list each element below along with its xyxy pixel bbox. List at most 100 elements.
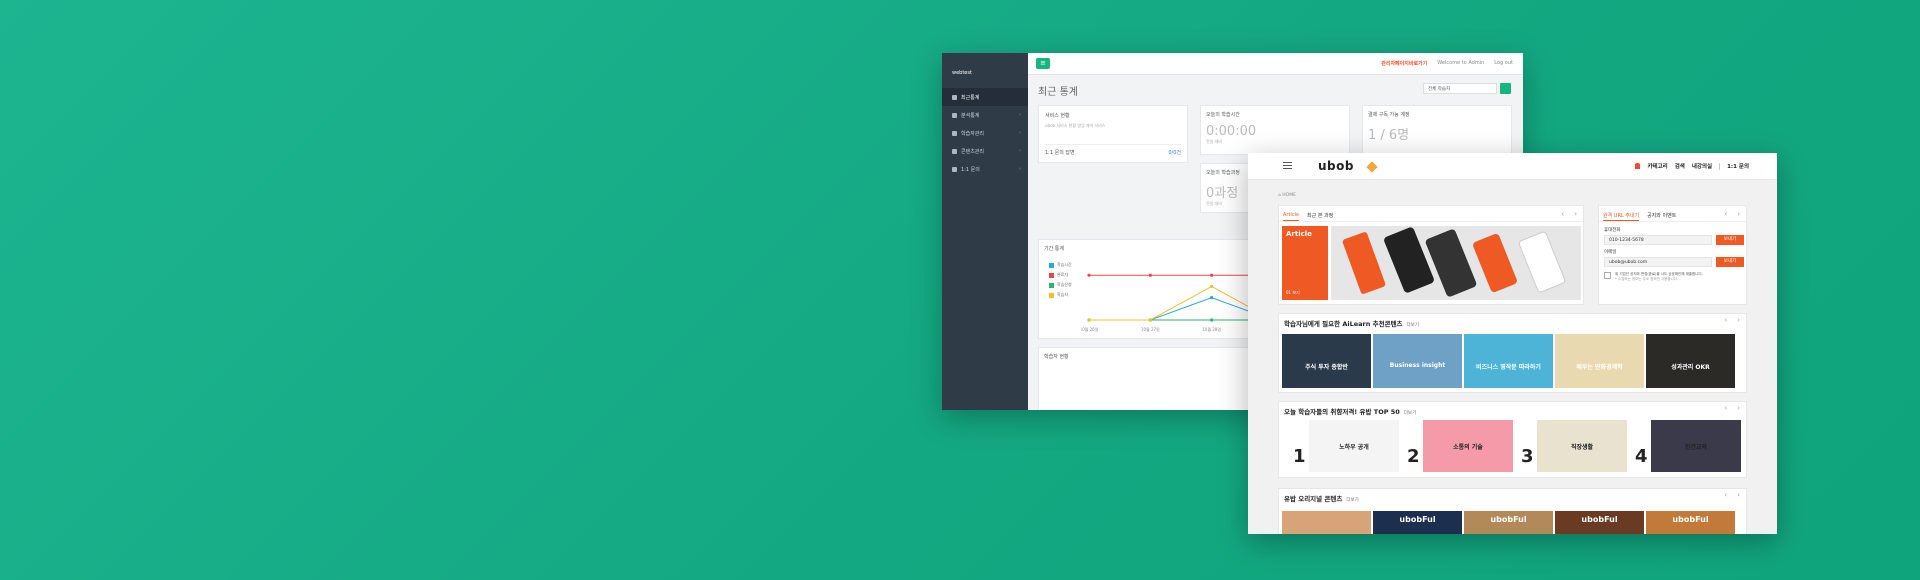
welcome-text: Welcome to Admin [1437, 60, 1485, 66]
thumb-title: ubobFul [1672, 515, 1709, 524]
legend-swatch [1049, 282, 1054, 288]
sidebar-item-analysis[interactable]: 분석통계 › [942, 106, 1028, 124]
home-icon [952, 94, 957, 100]
original-card[interactable] [1282, 511, 1371, 534]
next-arrow-icon[interactable]: › [1737, 491, 1740, 499]
hamburger-icon[interactable] [1283, 162, 1292, 171]
admin-topbar: ≡ 관리자페이지바로가기 Welcome to Admin Log out [1028, 53, 1523, 75]
series-line [1089, 297, 1274, 321]
section-title: 오늘 학습자들의 취향저격! 유밥 TOP 50 더보기 [1284, 406, 1416, 416]
legend-label: 학습시간 [1057, 262, 1072, 267]
prev-arrow-icon[interactable]: ‹ [1724, 316, 1727, 324]
thumb-title: 주식 투자 종합반 [1305, 364, 1348, 371]
chevron-right-icon: › [1019, 112, 1021, 118]
sidebar-item-label: 학습자관리 [961, 130, 985, 137]
recommend-card[interactable]: 비즈니스 영작문 따라하기 [1464, 334, 1553, 388]
data-point[interactable] [1210, 296, 1214, 300]
send-phone-button[interactable]: 보내기 [1716, 235, 1744, 245]
featured-banner-image[interactable] [1331, 226, 1581, 300]
thumb-title: ubobFul [1399, 515, 1436, 524]
phone-field[interactable]: 010-1234-5678 [1604, 235, 1712, 245]
sidebar-item-label: 최근통계 [961, 94, 980, 101]
nav-inquiry[interactable]: 1:1 문의 [1727, 162, 1749, 170]
recommend-card[interactable]: 성과관리 OKR [1646, 334, 1735, 388]
recommend-section: 학습자님에게 필요한 AiLearn 추천콘텐츠 더보기 ‹ › 주식 투자 종합반… [1278, 313, 1747, 393]
original-card[interactable]: ubobFul [1646, 511, 1735, 534]
sidebar-item-recent-stats[interactable]: 최근통계 [942, 88, 1028, 106]
data-point[interactable] [1210, 318, 1214, 322]
next-arrow-icon[interactable]: › [1574, 210, 1577, 218]
article-caption: 01 보기 [1286, 290, 1300, 295]
next-arrow-icon[interactable]: › [1737, 316, 1740, 324]
original-section: 유밥 오리지널 콘텐츠 더보기 ‹ › ubobFul ubobFul ubobFul u… [1278, 488, 1747, 534]
menu-toggle-button[interactable]: ≡ [1036, 58, 1050, 69]
data-point[interactable] [1210, 284, 1214, 288]
thumb-title: 비즈니스 영작문 따라하기 [1476, 364, 1541, 371]
legend-item[interactable]: 학습시간 [1049, 262, 1072, 268]
legend-item[interactable]: 학습자 [1049, 292, 1072, 298]
data-point[interactable] [1210, 273, 1214, 277]
more-link[interactable]: 더보기 [1404, 411, 1416, 416]
top50-card[interactable]: 직장생활 [1537, 420, 1627, 472]
breadcrumb-home[interactable]: HOME [1282, 193, 1296, 198]
ubob-logo[interactable]: ubob [1318, 159, 1354, 173]
data-point[interactable] [1148, 273, 1152, 277]
recommend-card[interactable]: Business insight [1373, 334, 1462, 388]
tab-send-url[interactable]: 원격 URL 주내기 [1603, 212, 1640, 221]
tab-article[interactable]: Article [1283, 212, 1300, 221]
learner-select[interactable]: 전체 학습자 [1423, 83, 1497, 94]
tab-recent[interactable]: 최근 본 과정 [1307, 212, 1333, 221]
prev-arrow-icon[interactable]: ‹ [1724, 491, 1727, 499]
sidebar-item-label: 1:1 문의 [961, 166, 980, 173]
card-title: 결제 구독 가능 계정 [1368, 112, 1410, 118]
sidebar-item-contents[interactable]: 콘텐츠관리 › [942, 142, 1028, 160]
sidebar-item-label: 콘텐츠관리 [961, 148, 985, 155]
email-field[interactable]: ubob@ubob.com [1604, 257, 1712, 267]
rank-number: 3 [1521, 446, 1534, 467]
user-icon [952, 130, 957, 136]
account-card: 결제 구독 가능 계정 1 / 6명 [1362, 105, 1512, 155]
thumb-title: Business insight [1389, 362, 1446, 369]
card-title: 서비스 현황 [1045, 113, 1070, 119]
data-point[interactable] [1148, 318, 1152, 322]
agree-checkbox[interactable] [1604, 272, 1611, 279]
bell-icon[interactable] [1635, 163, 1641, 169]
top50-card[interactable]: 인간교육 [1651, 420, 1741, 472]
legend-label: 완료자 [1057, 272, 1069, 277]
prev-arrow-icon[interactable]: ‹ [1561, 210, 1564, 218]
original-card[interactable]: ubobFul [1555, 511, 1644, 534]
study-time-value: 0:00:00 [1206, 124, 1257, 139]
featured-article-tile[interactable]: Article 01 보기 [1282, 226, 1328, 300]
top50-card[interactable]: 노하우 공개 [1309, 420, 1399, 472]
admin-brand: webtest [952, 70, 972, 76]
inquiry-value[interactable]: 0/0건 [1168, 149, 1181, 156]
nav-category[interactable]: 카테고리 [1647, 162, 1667, 170]
legend-swatch [1049, 272, 1054, 278]
prev-arrow-icon[interactable]: ‹ [1724, 210, 1727, 218]
service-card: 서비스 현황 ubob 서비스 현황 영업 계약 서비스 1:1 문의 답변 0… [1038, 105, 1188, 163]
sidebar-item-inquiry[interactable]: 1:1 문의 › [942, 160, 1028, 178]
recommend-card[interactable]: 주식 투자 종합반 [1282, 334, 1371, 388]
logout-link[interactable]: Log out [1494, 60, 1513, 67]
sidebar-item-learners[interactable]: 학습자관리 › [942, 124, 1028, 142]
next-arrow-icon[interactable]: › [1737, 404, 1740, 412]
send-email-button[interactable]: 보내기 [1716, 257, 1744, 267]
prev-arrow-icon[interactable]: ‹ [1724, 404, 1727, 412]
admin-page-link[interactable]: 관리자페이지바로가기 [1381, 60, 1427, 67]
nav-my-classroom[interactable]: 내강의실 [1692, 162, 1712, 170]
email-label: 이메일 [1604, 250, 1617, 255]
search-button[interactable] [1500, 83, 1511, 94]
original-card[interactable]: ubobFul [1373, 511, 1462, 534]
tab-notice[interactable]: 공지와 이벤트 [1647, 212, 1676, 221]
top50-card[interactable]: 소통의 기술 [1423, 420, 1513, 472]
data-point[interactable] [1087, 273, 1091, 277]
data-point[interactable] [1087, 318, 1091, 322]
nav-search[interactable]: 검색 [1675, 162, 1685, 170]
more-link[interactable]: 더보기 [1346, 498, 1358, 503]
more-link[interactable]: 더보기 [1407, 323, 1419, 328]
recommend-card[interactable]: 배우는 만화경제학 [1555, 334, 1644, 388]
original-card[interactable]: ubobFul [1464, 511, 1553, 534]
next-arrow-icon[interactable]: › [1737, 210, 1740, 218]
legend-item[interactable]: 완료자 [1049, 272, 1072, 278]
legend-item[interactable]: 학습신청 [1049, 282, 1072, 288]
